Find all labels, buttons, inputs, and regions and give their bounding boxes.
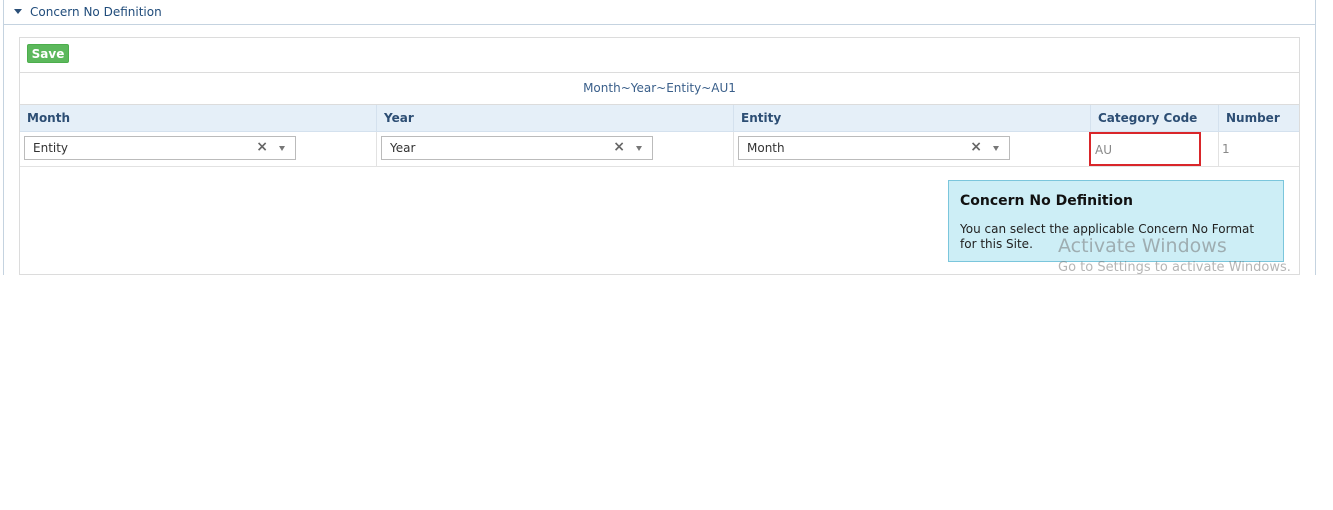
section-title[interactable]: Concern No Definition xyxy=(30,5,162,19)
format-preview: Month~Year~Entity~AU1 xyxy=(20,72,1299,105)
year-select[interactable]: Year × xyxy=(381,136,653,160)
chevron-down-icon[interactable] xyxy=(279,146,285,151)
clear-icon[interactable]: × xyxy=(970,139,982,155)
entity-select-value: Month xyxy=(747,141,785,155)
clear-icon[interactable]: × xyxy=(256,139,268,155)
cell-entity: Month × xyxy=(734,132,1091,167)
grid-header: Month Year Entity Category Code Number xyxy=(20,105,1299,132)
column-header-number: Number xyxy=(1226,111,1280,125)
section-header[interactable]: Concern No Definition xyxy=(4,0,1315,25)
activation-watermark-title: Activate Windows xyxy=(1058,235,1227,257)
chevron-down-icon[interactable] xyxy=(993,146,999,151)
cell-category-code: AU xyxy=(1089,132,1219,167)
cell-month: Entity × xyxy=(20,132,377,167)
column-header-category-code: Category Code xyxy=(1091,105,1219,132)
column-header-entity: Entity xyxy=(734,105,1091,132)
year-select-value: Year xyxy=(390,141,416,155)
month-select-value: Entity xyxy=(33,141,69,155)
number-value: 1 xyxy=(1222,142,1230,156)
collapse-caret-icon[interactable] xyxy=(14,9,22,14)
category-code-value: AU xyxy=(1095,143,1112,157)
save-button[interactable]: Save xyxy=(27,44,69,63)
column-header-month: Month xyxy=(20,105,377,132)
chevron-down-icon[interactable] xyxy=(636,146,642,151)
table-row: Entity × Year × Month × AU 1 xyxy=(20,132,1299,167)
month-select[interactable]: Entity × xyxy=(24,136,296,160)
category-code-input[interactable]: AU xyxy=(1089,132,1201,166)
cell-year: Year × xyxy=(377,132,734,167)
activation-watermark-text: Go to Settings to activate Windows. xyxy=(1058,260,1291,275)
cell-number: 1 xyxy=(1219,132,1299,167)
tooltip-title: Concern No Definition xyxy=(960,193,1133,209)
column-header-year: Year xyxy=(377,105,734,132)
clear-icon[interactable]: × xyxy=(613,139,625,155)
entity-select[interactable]: Month × xyxy=(738,136,1010,160)
